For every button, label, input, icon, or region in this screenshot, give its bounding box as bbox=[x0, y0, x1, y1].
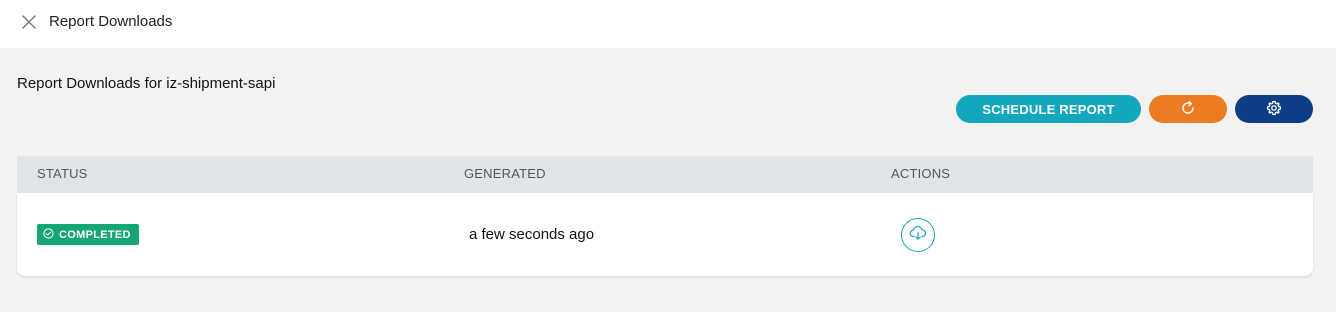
column-header-generated: GENERATED bbox=[464, 166, 546, 181]
schedule-report-label: SCHEDULE REPORT bbox=[982, 101, 1115, 117]
table-row: COMPLETED a few seconds ago bbox=[17, 193, 1313, 276]
schedule-report-button[interactable]: SCHEDULE REPORT bbox=[956, 95, 1141, 123]
report-downloads-table: STATUS GENERATED ACTIONS COMPLETED a few… bbox=[17, 156, 1313, 276]
download-button[interactable] bbox=[901, 218, 935, 252]
page-title: Report Downloads for iz-shipment-sapi bbox=[17, 75, 276, 92]
status-text: COMPLETED bbox=[59, 228, 131, 241]
table-header: STATUS GENERATED ACTIONS bbox=[17, 156, 1313, 193]
check-circle-icon bbox=[43, 227, 54, 242]
status-badge: COMPLETED bbox=[37, 224, 139, 245]
close-icon[interactable] bbox=[21, 14, 37, 30]
cloud-download-icon bbox=[909, 225, 927, 246]
column-header-actions: ACTIONS bbox=[891, 166, 951, 181]
column-header-status: STATUS bbox=[37, 166, 88, 181]
generated-time: a few seconds ago bbox=[469, 226, 595, 243]
main-content: Report Downloads for iz-shipment-sapi SC… bbox=[0, 48, 1336, 312]
refresh-button[interactable] bbox=[1149, 95, 1227, 123]
panel-title: Report Downloads bbox=[49, 13, 173, 30]
refresh-icon bbox=[1180, 100, 1196, 119]
top-bar: Report Downloads bbox=[0, 0, 1336, 48]
gear-icon bbox=[1266, 100, 1282, 119]
settings-button[interactable] bbox=[1235, 95, 1313, 123]
